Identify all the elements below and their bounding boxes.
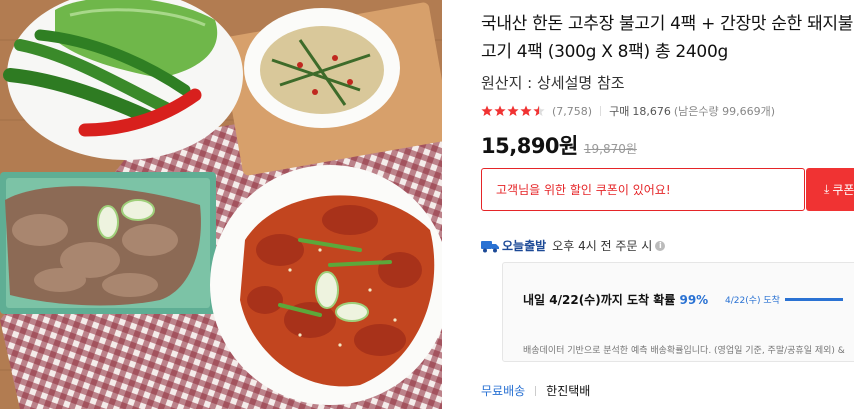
- product-title: 국내산 한돈 고추장 불고기 4팩 + 간장맛 순한 돼지불고기 4팩 (300…: [481, 14, 854, 62]
- delivery-note: 배송데이터 기반으로 분석한 예측 배송확률입니다. (영업일 기준, 주말/공…: [523, 346, 845, 356]
- coupon-message: 고객님을 위한 할인 쿠폰이 있어요!: [496, 183, 671, 197]
- star-icon: [481, 105, 493, 116]
- coupon-button-label: 쿠폰: [832, 183, 854, 197]
- remaining-quantity: (남은수량 99,669개): [673, 105, 775, 118]
- shipping-row: 무료배송 한진택배: [481, 382, 590, 399]
- truck-icon: [481, 240, 499, 252]
- original-price: 19,870원: [583, 142, 637, 156]
- divider: [600, 106, 602, 116]
- divider: [535, 385, 537, 396]
- today-delivery-header: 오늘출발 오후 4시 전 주문 시 i: [481, 237, 666, 254]
- price-row: 15,890원 19,870원: [481, 130, 637, 160]
- arrival-chart-label: 4/22(수) 도착: [725, 296, 780, 306]
- arrival-chart-bar: [785, 298, 843, 301]
- product-photo-illustration: [0, 0, 442, 409]
- sale-price: 15,890원: [481, 134, 578, 158]
- product-info-panel: 국내산 한돈 고추장 불고기 4팩 + 간장맛 순한 돼지불고기 4팩 (300…: [481, 0, 854, 409]
- arrival-percentage: 99%: [679, 293, 709, 307]
- order-cutoff: 오후 4시 전 주문 시: [552, 239, 653, 253]
- today-delivery-label: 오늘출발: [502, 239, 547, 253]
- shipping-fee: 무료배송: [481, 384, 526, 398]
- shipping-carrier: 한진택배: [546, 384, 591, 398]
- coupon-download-button[interactable]: ⤓ 쿠폰: [806, 168, 854, 211]
- arrival-text: 내일 4/22(수)까지 도착 확률: [523, 293, 676, 307]
- info-icon[interactable]: i: [655, 240, 666, 251]
- star-icon: [507, 105, 519, 116]
- star-icon: [533, 105, 545, 116]
- delivery-probability-box: 내일 4/22(수)까지 도착 확률 99% 4/22(수) 도착 배송데이터 …: [502, 262, 854, 362]
- star-icon: [520, 105, 532, 116]
- product-origin: 원산지 : 상세설명 참조: [481, 74, 625, 92]
- rating-stars[interactable]: [481, 105, 546, 117]
- rating-row: (7,758) 구매 18,676 (남은수량 99,669개): [481, 103, 775, 119]
- purchase-label: 구매: [609, 105, 630, 118]
- purchase-count: 18,676: [632, 104, 671, 118]
- coupon-banner[interactable]: 고객님을 위한 할인 쿠폰이 있어요!: [481, 168, 805, 211]
- product-image[interactable]: [0, 0, 442, 409]
- download-icon: ⤓: [824, 182, 830, 196]
- review-count[interactable]: (7,758): [552, 105, 592, 118]
- star-icon: [494, 105, 506, 116]
- arrival-estimate: 내일 4/22(수)까지 도착 확률 99%: [523, 291, 708, 308]
